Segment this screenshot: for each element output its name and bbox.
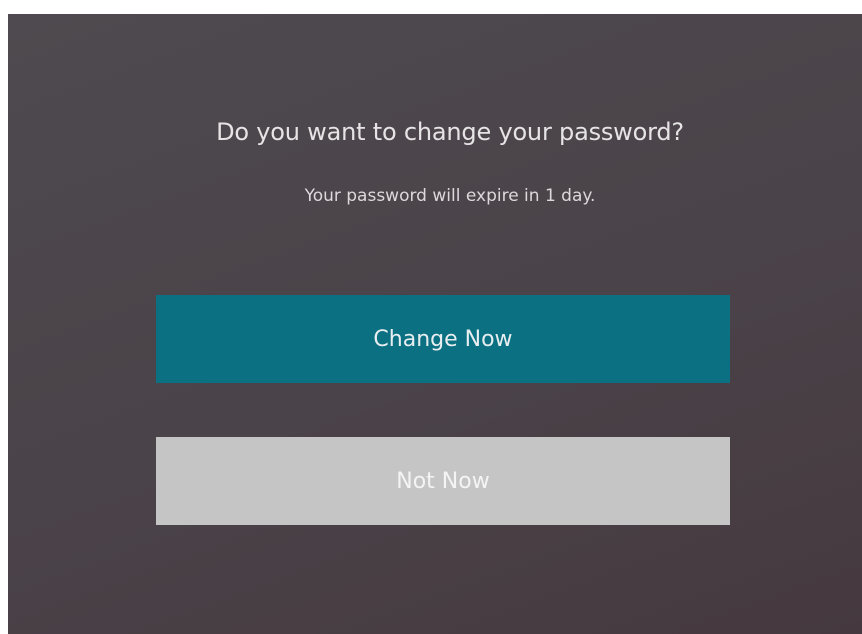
change-now-button[interactable]: Change Now: [156, 295, 730, 383]
dialog-title: Do you want to change your password?: [216, 118, 684, 146]
expiry-message: Your password will expire in 1 day.: [304, 186, 596, 206]
password-change-dialog: Do you want to change your password? You…: [8, 14, 862, 634]
not-now-button[interactable]: Not Now: [156, 437, 730, 525]
